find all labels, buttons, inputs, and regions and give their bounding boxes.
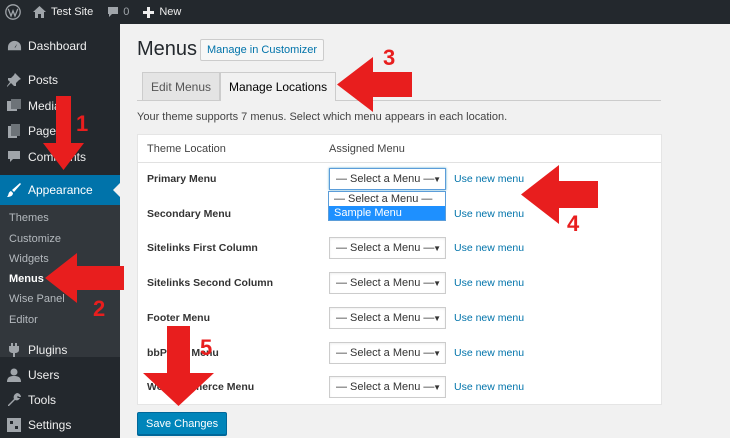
location-name: Sitelinks First Column bbox=[147, 242, 258, 254]
site-name-link[interactable]: Test Site bbox=[26, 0, 100, 24]
sidebar-item-appearance[interactable]: Appearance bbox=[0, 175, 120, 205]
brush-icon bbox=[0, 183, 28, 197]
step-number: 4 bbox=[567, 211, 580, 236]
select-value: — Select a Menu — bbox=[336, 312, 435, 324]
wrench-icon bbox=[0, 393, 28, 407]
admin-sidebar: Dashboard Posts Media Pages Comments App… bbox=[0, 24, 120, 438]
use-new-menu-link[interactable]: Use new menu bbox=[454, 277, 524, 289]
sidebar-item-label: Dashboard bbox=[28, 39, 87, 53]
submenu-editor[interactable]: Editor bbox=[9, 314, 38, 326]
menu-select-sitelinks-second[interactable]: — Select a Menu — ▼ bbox=[329, 272, 446, 294]
comment-bubble-icon bbox=[108, 7, 119, 17]
use-new-menu-link[interactable]: Use new menu bbox=[454, 208, 524, 220]
submenu-menus[interactable]: Menus bbox=[9, 273, 44, 285]
location-name: WooCommerce Menu bbox=[147, 381, 255, 393]
step-number: 3 bbox=[383, 45, 396, 70]
step-number: 5 bbox=[200, 335, 213, 360]
select-value: — Select a Menu — bbox=[336, 242, 435, 254]
table-row: bbPress Menu — Select a Menu — ▼ Use new… bbox=[138, 342, 661, 366]
caret-down-icon: ▼ bbox=[433, 244, 441, 253]
location-name: Sitelinks Second Column bbox=[147, 277, 274, 289]
location-name: Secondary Menu bbox=[147, 208, 232, 220]
plus-icon bbox=[143, 6, 155, 18]
wordpress-logo-icon[interactable] bbox=[0, 0, 26, 24]
comments-link[interactable]: 0 bbox=[100, 0, 136, 24]
home-icon bbox=[33, 6, 46, 18]
sidebar-item-label: Tools bbox=[28, 393, 57, 407]
use-new-menu-link[interactable]: Use new menu bbox=[454, 173, 524, 185]
tabs-divider bbox=[137, 100, 661, 101]
sidebar-item-label: Settings bbox=[28, 418, 72, 432]
select-value: — Select a Menu — bbox=[336, 381, 435, 393]
sidebar-item-label: Users bbox=[28, 368, 60, 382]
sidebar-item-label: Pages bbox=[28, 124, 63, 138]
submenu-wise-panel[interactable]: Wise Panel bbox=[9, 293, 65, 305]
tab-edit-menus[interactable]: Edit Menus bbox=[142, 72, 221, 100]
admin-bar: Test Site 0 New bbox=[0, 0, 730, 24]
user-icon bbox=[0, 368, 28, 382]
select-value: — Select a Menu — bbox=[336, 173, 435, 185]
dashboard-icon bbox=[0, 39, 28, 54]
submenu-widgets[interactable]: Widgets bbox=[9, 253, 49, 265]
table-row: WooCommerce Menu — Select a Menu — ▼ Use… bbox=[138, 376, 661, 400]
new-content-link[interactable]: New bbox=[136, 0, 188, 24]
use-new-menu-link[interactable]: Use new menu bbox=[454, 242, 524, 254]
submenu-themes[interactable]: Themes bbox=[9, 212, 49, 224]
menu-select-dropdown-list: — Select a Menu — Sample Menu bbox=[328, 191, 446, 221]
table-row: Sitelinks Second Column — Select a Menu … bbox=[138, 272, 661, 296]
settings-icon bbox=[0, 418, 28, 432]
menu-select-primary[interactable]: — Select a Menu — ▼ bbox=[329, 168, 446, 190]
caret-down-icon: ▼ bbox=[433, 383, 441, 392]
pin-icon bbox=[0, 73, 28, 87]
sidebar-item-label: Posts bbox=[28, 73, 59, 87]
page-title: Menus bbox=[137, 38, 198, 60]
use-new-menu-link[interactable]: Use new menu bbox=[454, 347, 524, 359]
select-value: — Select a Menu — bbox=[336, 347, 435, 359]
comment-icon bbox=[0, 150, 28, 164]
table-row: Footer Menu — Select a Menu — ▼ Use new … bbox=[138, 307, 661, 331]
caret-down-icon: ▼ bbox=[433, 175, 441, 184]
pages-icon bbox=[0, 124, 28, 138]
menu-locations-table: Theme Location Assigned Menu Primary Men… bbox=[137, 134, 662, 405]
menu-select-woocommerce[interactable]: — Select a Menu — ▼ bbox=[329, 376, 446, 398]
table-row: Primary Menu — Select a Menu — ▼ Use new… bbox=[138, 168, 661, 192]
manage-in-customizer-button[interactable]: Manage in Customizer bbox=[200, 39, 325, 61]
intro-text: Your theme supports 7 menus. Select whic… bbox=[137, 111, 508, 123]
save-changes-button[interactable]: Save Changes bbox=[137, 412, 228, 435]
sidebar-item-dashboard[interactable]: Dashboard bbox=[0, 31, 120, 61]
menu-select-footer[interactable]: — Select a Menu — ▼ bbox=[329, 307, 446, 329]
location-name: Primary Menu bbox=[147, 173, 217, 185]
column-header-assigned-menu: Assigned Menu bbox=[329, 143, 405, 155]
step-number: 1 bbox=[76, 111, 89, 136]
sidebar-item-settings[interactable]: Settings bbox=[0, 410, 120, 438]
menu-select-bbpress[interactable]: — Select a Menu — ▼ bbox=[329, 342, 446, 364]
annotation-arrow-left bbox=[337, 57, 412, 112]
table-header: Theme Location Assigned Menu bbox=[138, 135, 661, 163]
sidebar-item-label: Media bbox=[28, 99, 61, 113]
media-icon bbox=[0, 99, 28, 113]
use-new-menu-link[interactable]: Use new menu bbox=[454, 312, 524, 324]
sidebar-item-label: Comments bbox=[28, 150, 87, 164]
select-value: — Select a Menu — bbox=[336, 277, 435, 289]
plug-icon bbox=[0, 343, 28, 357]
caret-down-icon: ▼ bbox=[433, 279, 441, 288]
location-name: Footer Menu bbox=[147, 312, 210, 324]
dropdown-option[interactable]: — Select a Menu — bbox=[329, 192, 445, 206]
tab-manage-locations[interactable]: Manage Locations bbox=[220, 72, 337, 101]
step-number: 2 bbox=[93, 296, 106, 321]
sidebar-item-label: Appearance bbox=[28, 183, 93, 197]
column-header-theme-location: Theme Location bbox=[147, 143, 226, 155]
table-row: Sitelinks First Column — Select a Menu —… bbox=[138, 237, 661, 261]
use-new-menu-link[interactable]: Use new menu bbox=[454, 381, 524, 393]
caret-down-icon: ▼ bbox=[433, 349, 441, 358]
new-label: New bbox=[159, 6, 182, 18]
sidebar-item-label: Plugins bbox=[28, 343, 68, 357]
submenu-customize[interactable]: Customize bbox=[9, 233, 61, 245]
sidebar-item-comments[interactable]: Comments bbox=[0, 142, 120, 172]
dropdown-option-sample-menu[interactable]: Sample Menu bbox=[329, 206, 445, 220]
menu-select-sitelinks-first[interactable]: — Select a Menu — ▼ bbox=[329, 237, 446, 259]
comment-count: 0 bbox=[123, 6, 130, 18]
site-name: Test Site bbox=[51, 6, 94, 18]
caret-down-icon: ▼ bbox=[433, 314, 441, 323]
